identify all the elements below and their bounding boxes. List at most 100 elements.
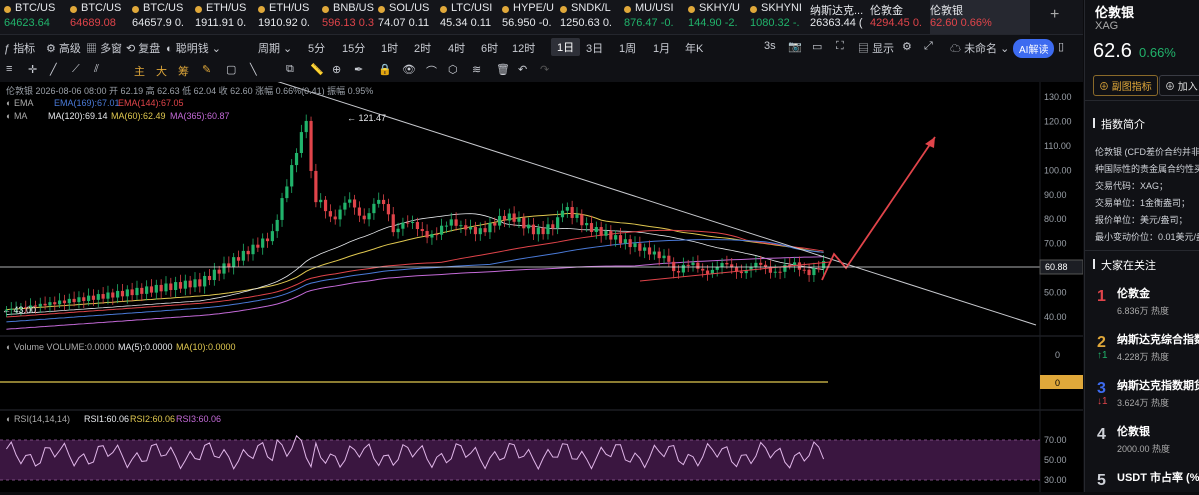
- interval-tab[interactable]: 1日: [551, 38, 581, 56]
- layout-icon[interactable]: ▭: [812, 40, 822, 53]
- interval-tab[interactable]: 4时: [448, 40, 465, 56]
- interval-tab[interactable]: 1时: [381, 40, 398, 56]
- fullscreen-icon[interactable]: ⛶: [836, 40, 844, 53]
- candle-body: [783, 264, 787, 272]
- ticker-tab[interactable]: LTC/USI 45.34 0.11: [440, 0, 502, 34]
- advanced-button[interactable]: ⚙ 高级: [46, 40, 81, 56]
- candle-body: [372, 203, 376, 214]
- price-axis-label: 110.00: [1044, 141, 1071, 151]
- crosshair-icon[interactable]: ✛: [28, 63, 37, 76]
- candle-body: [493, 222, 497, 226]
- chip-tool[interactable]: 筹: [178, 63, 189, 79]
- rsi-legend: ◐ RSI(14,14,14): [6, 414, 70, 424]
- price-chart[interactable]: 130.00 120.00 110.00 100.00 90.00 80.00 70.00 6…: [0, 71, 1084, 492]
- menu-icon[interactable]: ≡: [6, 63, 12, 75]
- magnet-icon[interactable]: ⌒: [426, 63, 437, 79]
- interval-tab[interactable]: 2时: [414, 40, 431, 56]
- chart-area[interactable]: 130.00 120.00 110.00 100.00 90.00 80.00 70.00 6…: [0, 71, 1084, 492]
- camera-icon[interactable]: 📷: [788, 40, 802, 53]
- ticker-tab[interactable]: BTC/US 64657.9 0.: [132, 0, 194, 34]
- ticker-tab[interactable]: ETH/US 1911.91 0.: [195, 0, 257, 34]
- pen-icon[interactable]: ✒: [354, 63, 363, 76]
- candle-body: [556, 217, 560, 229]
- settings-gear-icon[interactable]: ⚙: [902, 40, 912, 53]
- candle-body: [314, 170, 318, 203]
- add-watch-button[interactable]: ⊕ 加入自: [1159, 75, 1199, 96]
- zoom-icon[interactable]: ⊕: [332, 63, 341, 76]
- vma5-legend: MA(5):0.0000: [118, 342, 173, 352]
- indicators-button[interactable]: ƒ 指标: [4, 40, 35, 56]
- trendline-icon[interactable]: ╱: [50, 63, 57, 76]
- period-dropdown[interactable]: 周期 ⌄: [258, 40, 292, 56]
- ticker-tab[interactable]: ETH/US 1910.92 0.: [258, 0, 320, 34]
- ticker-tab[interactable]: SKHYNI 1080.32 -.: [750, 0, 812, 34]
- lock-icon[interactable]: 🔒: [378, 63, 392, 76]
- smart-money-button[interactable]: ◐ 聪明钱 ⌄: [166, 40, 221, 56]
- candle-body: [280, 198, 284, 220]
- ticker-tab[interactable]: HYPE/U 56.950 -0.: [502, 0, 564, 34]
- line-icon[interactable]: ╲: [250, 63, 257, 76]
- ticker-tab[interactable]: BTC/US 64689.08: [70, 0, 132, 34]
- brush-icon[interactable]: ✎: [202, 63, 211, 76]
- candle-body: [705, 270, 710, 274]
- ticker-tab[interactable]: 伦敦银 62.60 0.66%: [930, 0, 1030, 34]
- ticker-tab[interactable]: SKHY/U 144.90 -2.: [688, 0, 750, 34]
- delete-icon[interactable]: 🗑: [496, 63, 510, 76]
- layout-name-dropdown[interactable]: ☁ 未命名 ⌄: [950, 40, 1009, 56]
- divider: [1085, 100, 1199, 101]
- rank-number: 4: [1097, 426, 1106, 443]
- interval-tab[interactable]: 12时: [512, 40, 535, 56]
- ticker-tab[interactable]: SOL/US 74.07 0.11: [378, 0, 440, 34]
- rect-icon[interactable]: ▢: [226, 63, 236, 76]
- redo-icon[interactable]: ↷: [540, 63, 549, 76]
- copy-icon[interactable]: ⧉: [286, 63, 294, 76]
- tag-icon[interactable]: ⬡: [448, 63, 458, 76]
- interval-tab[interactable]: 5分: [308, 40, 325, 56]
- refresh-interval[interactable]: 3s: [764, 40, 776, 52]
- candle-body: [58, 300, 62, 305]
- ticker-price: 144.90 -2.: [688, 17, 738, 29]
- ticker-tab[interactable]: 伦敦金 4294.45 0.: [870, 0, 932, 34]
- sub-indicator-button[interactable]: ⊕ 副图指标: [1093, 75, 1158, 96]
- ticker-tab[interactable]: SNDK/L 1250.63 0.: [560, 0, 622, 34]
- candle-body: [299, 132, 303, 153]
- candle-body: [430, 234, 434, 238]
- interval-tab[interactable]: 6时: [481, 40, 498, 56]
- display-button[interactable]: ▤ 显示: [858, 40, 894, 56]
- ticker-dot-icon: [624, 6, 631, 13]
- rank-heat: 3.624万 热度: [1117, 398, 1170, 408]
- candle-body: [797, 262, 802, 270]
- eye-icon[interactable]: 👁: [402, 63, 416, 76]
- ticker-tab[interactable]: 纳斯达克... 26363.44 (: [810, 0, 872, 34]
- interval-tab[interactable]: 年K: [685, 40, 703, 56]
- interval-tab[interactable]: 1周: [619, 40, 636, 56]
- candle-body: [551, 224, 555, 229]
- stack-icon[interactable]: ≋: [472, 63, 481, 76]
- high-marker: ← 121.47: [347, 113, 386, 123]
- undo-icon[interactable]: ↶: [518, 63, 527, 76]
- ticker-tab[interactable]: BTC/US 64623.64: [4, 0, 66, 34]
- interval-tab[interactable]: 3日: [586, 40, 603, 56]
- candle-body: [439, 225, 444, 235]
- multi-window-button[interactable]: ▦ 多窗: [86, 40, 122, 56]
- interval-tab[interactable]: 15分: [342, 40, 365, 56]
- ticker-tab[interactable]: BNB/US 596.13 0.3: [322, 0, 384, 34]
- replay-button[interactable]: ⟲ 复盘: [126, 40, 160, 56]
- ray-icon[interactable]: ⟋: [72, 63, 80, 76]
- candle-body: [623, 239, 627, 244]
- ticker-tab[interactable]: MU/USI 876.47 -0.: [624, 0, 686, 34]
- candle-body: [546, 224, 550, 235]
- ruler-icon[interactable]: 📏: [310, 63, 324, 76]
- candle-body: [531, 224, 536, 235]
- price-axis-label: 40.00: [1044, 312, 1067, 322]
- add-tab-button[interactable]: +: [1050, 6, 1059, 24]
- interval-tab[interactable]: 1月: [653, 40, 670, 56]
- big-tool[interactable]: 大: [156, 63, 167, 79]
- rank-name: 纳斯达克指数期货: [1117, 380, 1199, 392]
- ai-interpret-button[interactable]: AI解读: [1013, 39, 1055, 58]
- expand-icon[interactable]: ⤢: [924, 40, 933, 53]
- channel-icon[interactable]: ⫽: [94, 63, 99, 76]
- candle-body: [807, 269, 811, 276]
- sidebar-toggle-icon[interactable]: ▯: [1058, 40, 1064, 53]
- main-tool[interactable]: 主: [134, 63, 145, 79]
